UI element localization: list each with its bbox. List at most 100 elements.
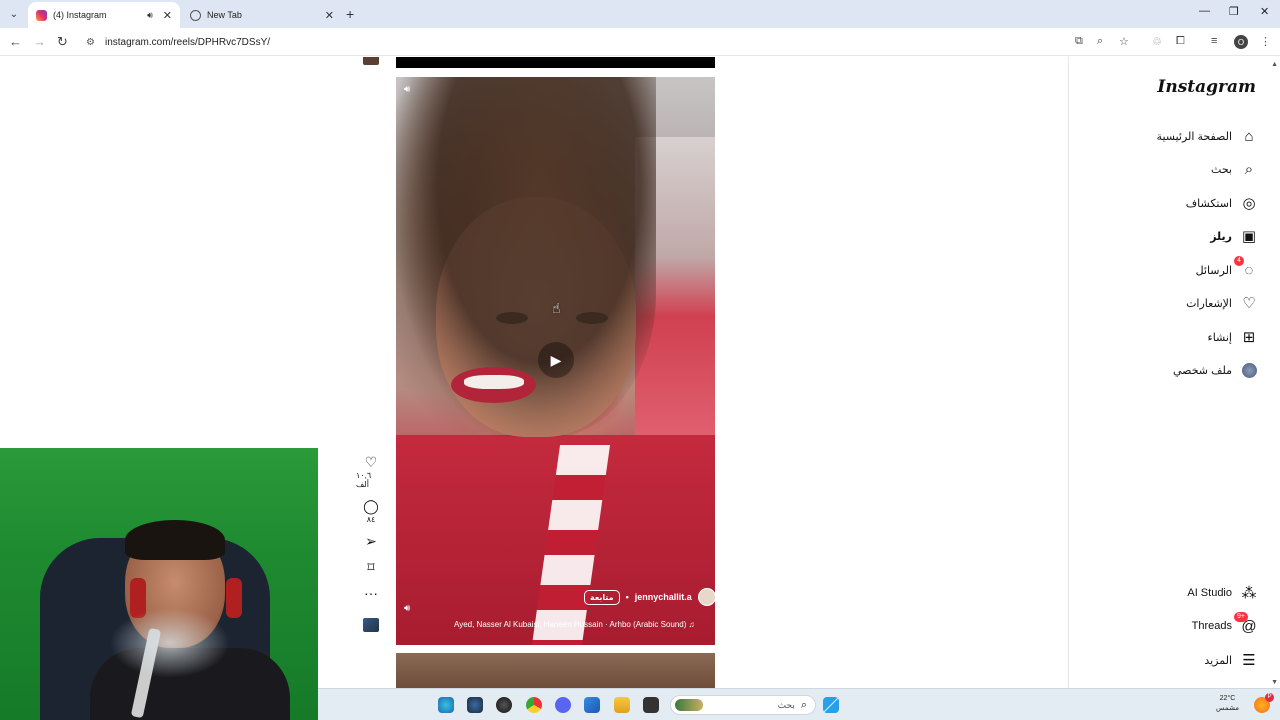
reel-author: jennychallit.a • متابعة (584, 587, 716, 607)
comment-action[interactable]: ◯ ٨٤ (363, 499, 379, 524)
author-username[interactable]: jennychallit.a (635, 592, 692, 602)
smoke-cloud (110, 608, 230, 678)
new-tab-button[interactable]: + (346, 6, 354, 22)
scrollbar-up-arrow[interactable]: ▲ (1271, 61, 1278, 68)
sidebar-item-ai-studio[interactable]: ⁂ AI Studio (1187, 584, 1258, 602)
audio-thumbnail[interactable] (363, 618, 379, 632)
terminal-icon[interactable] (643, 697, 659, 713)
follow-button[interactable]: متابعة (584, 589, 620, 605)
sidebar-item-more[interactable]: ☰ المزيد (1204, 651, 1258, 669)
forward-button[interactable]: → (33, 34, 46, 49)
omnibox[interactable]: ⚙ instagram.com/reels/DPHRvc7DSsY/ (80, 31, 1140, 53)
more-action[interactable]: ··· (364, 586, 378, 602)
url-text[interactable]: instagram.com/reels/DPHRvc7DSsY/ (105, 37, 270, 48)
chrome-favicon-icon (190, 9, 201, 21)
threads-badge: +9 (1234, 612, 1248, 622)
author-avatar[interactable] (697, 588, 716, 606)
eyes (496, 312, 626, 326)
more-icon[interactable]: ··· (364, 586, 378, 602)
reel-actions: ♡ ١٠,٦ ألف ◯ ٨٤ ➢ ⌑ ··· (356, 455, 386, 632)
zoom-icon[interactable]: ⌕ (1097, 35, 1103, 48)
store-icon[interactable] (584, 697, 600, 713)
menu-icon: ☰ (1242, 652, 1256, 669)
reels-icon: ▣ (1241, 228, 1257, 245)
profile-avatar (1241, 362, 1257, 378)
install-app-icon[interactable]: ⧉ (1075, 35, 1083, 48)
weather-badge: P (1265, 693, 1274, 702)
send-icon[interactable]: ➢ (365, 534, 377, 550)
address-toolbar: ← → ↻ ⚙ instagram.com/reels/DPHRvc7DSsY/… (0, 28, 1280, 56)
messages-badge: 4 (1234, 256, 1244, 266)
sidebar-item-reels[interactable]: ▣ ريلز (1210, 227, 1258, 245)
temperature: 22°C (1219, 695, 1236, 702)
extensions-puzzle-icon[interactable]: ⧠ (1176, 35, 1185, 48)
save-action[interactable]: ⌑ (367, 560, 374, 576)
sidebar-item-label: ملف شخصي (1172, 364, 1232, 377)
extension-icon[interactable]: ♲ (1152, 35, 1162, 48)
previous-reel-avatar[interactable] (363, 57, 379, 65)
steam-icon[interactable] (467, 697, 483, 713)
search-icon: ⌕ (1244, 160, 1254, 178)
sidebar-item-label: AI Studio (1187, 587, 1232, 599)
compass-icon: ◎ (1242, 195, 1256, 212)
sidebar-item-label: إنشاء (1207, 331, 1232, 344)
sidebar-item-search[interactable]: ⌕ بحث (1211, 160, 1258, 178)
create-icon: ⊞ (1242, 329, 1256, 346)
reload-button[interactable]: ↻ (57, 34, 68, 50)
weather-widget[interactable]: 22°C مشمس (1216, 694, 1239, 714)
sidebar-item-label: Threads (1191, 620, 1232, 632)
instagram-logo[interactable]: Instagram (1157, 77, 1256, 97)
site-info-icon[interactable]: ⚙ (86, 37, 95, 48)
restore-button[interactable]: ❐ (1229, 5, 1239, 18)
hand-cursor-icon: ☝ (552, 300, 561, 316)
windows-start-icon[interactable] (823, 697, 839, 713)
media-control-icon[interactable]: ≡ (1211, 35, 1217, 47)
back-button[interactable]: ← (9, 34, 22, 49)
game-app-icon[interactable] (496, 697, 512, 713)
sidebar-item-home[interactable]: ⌂ الصفحة الرئيسية (1157, 127, 1258, 145)
discord-icon[interactable] (555, 697, 571, 713)
sidebar-item-threads[interactable]: @ +9 Threads (1191, 612, 1258, 635)
audio-track[interactable]: Ayed, Nasser Al Kubaisi, Haneen Hussain … (454, 620, 704, 629)
tab-audio-icon[interactable]: 🔊︎ (147, 10, 153, 21)
volume-icon[interactable]: 🔊︎ (404, 84, 418, 98)
play-button[interactable]: ▶ (538, 342, 574, 378)
close-tab-icon[interactable]: ✕ (163, 9, 172, 22)
sidebar-item-profile[interactable]: ملف شخصي (1173, 361, 1258, 379)
taskbar-search-placeholder: بحث (777, 699, 795, 710)
tab-new-tab[interactable]: New Tab ✕ (182, 2, 342, 28)
comment-icon[interactable]: ◯ (363, 499, 379, 515)
search-highlight-icon (675, 699, 703, 711)
next-reel[interactable] (396, 653, 715, 688)
tab-search-dropdown[interactable]: ⌄ (4, 4, 24, 24)
smile (464, 375, 524, 389)
windows-taskbar: بحث ⌕ 22°C مشمس P (318, 688, 1280, 720)
previous-reel[interactable] (396, 57, 715, 68)
taskbar-search[interactable]: بحث ⌕ (670, 695, 816, 715)
edge-icon[interactable] (438, 697, 454, 713)
sidebar-item-notifications[interactable]: ♡ الإشعارات (1186, 294, 1258, 312)
instagram-favicon-icon (36, 9, 47, 21)
sidebar-item-create[interactable]: ⊞ إنشاء (1208, 328, 1258, 346)
tab-instagram[interactable]: (4) Instagram 🔊︎ ✕ (28, 2, 180, 28)
weather-condition: مشمس (1216, 705, 1239, 712)
minimize-button[interactable]: — (1199, 5, 1210, 17)
sidebar-item-explore[interactable]: ◎ استكشاف (1186, 194, 1258, 212)
next-reel-volume-icon[interactable]: 🔊︎ (404, 603, 410, 614)
kebab-menu-icon[interactable]: ⋮ (1260, 35, 1271, 48)
sidebar-item-messages[interactable]: ◌ 4 الرسائل (1195, 256, 1258, 279)
share-action[interactable]: ➢ (365, 534, 377, 550)
close-tab-icon[interactable]: ✕ (325, 9, 334, 22)
close-window-button[interactable]: ✕ (1260, 5, 1269, 18)
like-action[interactable]: ♡ ١٠,٦ ألف (356, 455, 386, 489)
chrome-icon[interactable] (526, 697, 542, 713)
file-explorer-icon[interactable] (614, 697, 630, 713)
browser-profile-avatar[interactable]: O (1234, 35, 1248, 49)
search-icon: ⌕ (800, 698, 807, 711)
bookmark-star-icon[interactable]: ☆ (1119, 35, 1129, 48)
bookmark-icon[interactable]: ⌑ (367, 560, 374, 576)
heart-icon[interactable]: ♡ (365, 455, 378, 471)
scrollbar-down-arrow[interactable]: ▼ (1271, 679, 1278, 686)
tab-label: (4) Instagram (53, 10, 107, 20)
sidebar-item-label: الرسائل (1195, 264, 1232, 277)
